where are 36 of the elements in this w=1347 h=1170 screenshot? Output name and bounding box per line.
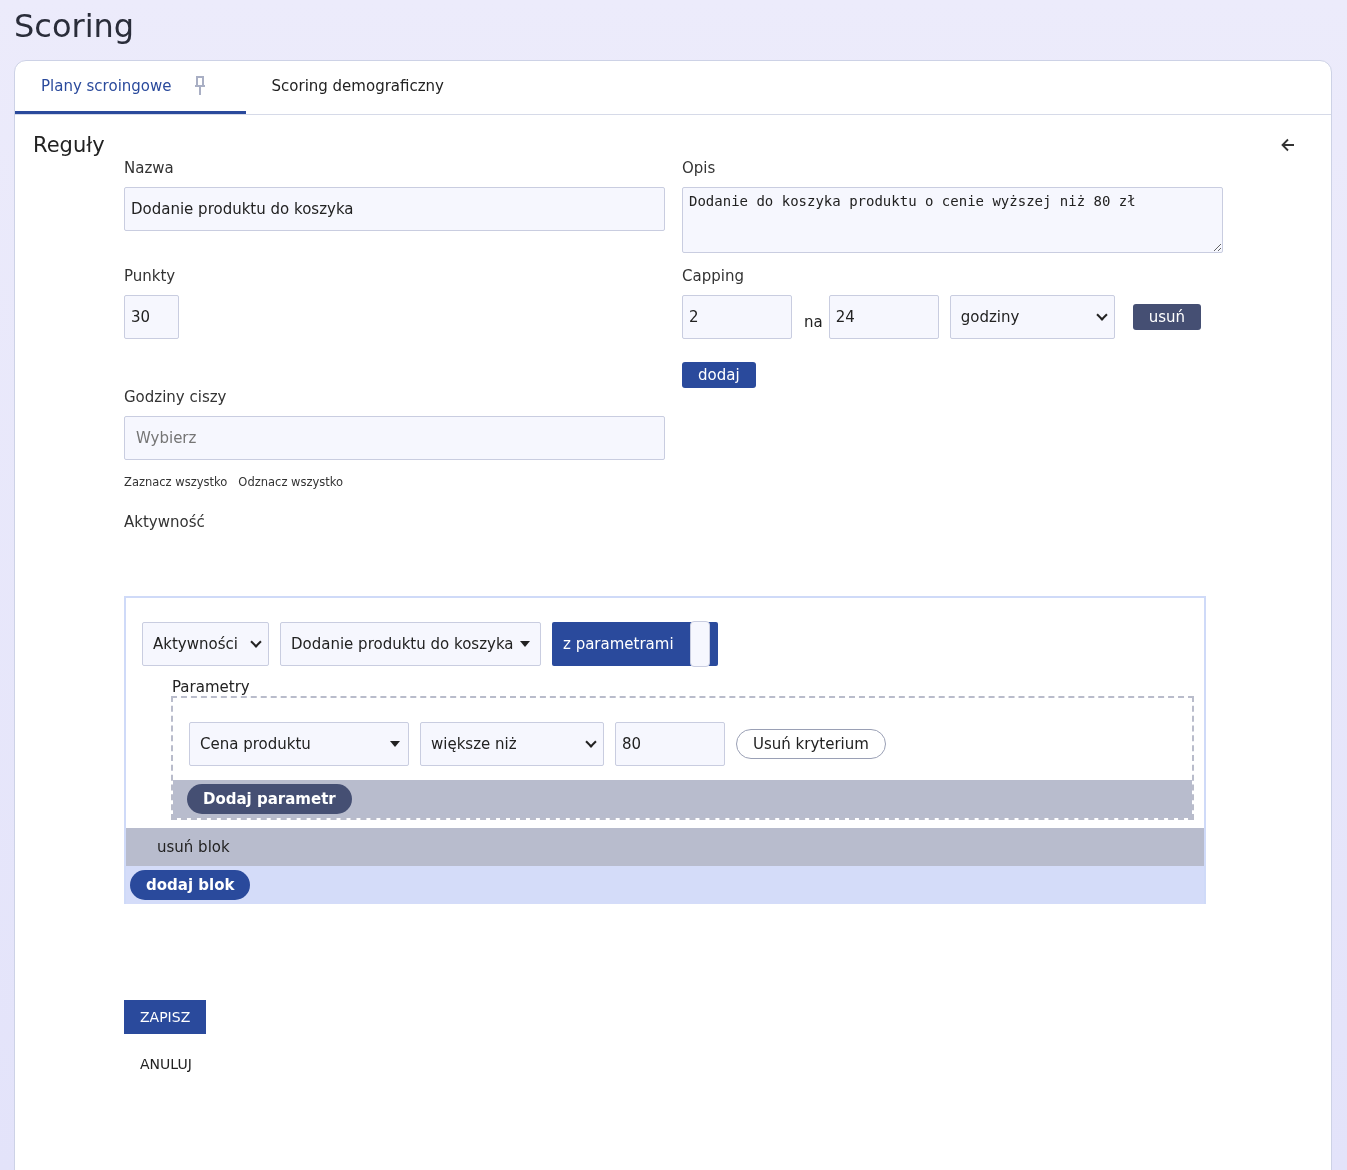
- field-label: Nazwa: [124, 159, 175, 177]
- count-field[interactable]: 2: [682, 295, 792, 339]
- add-parameter-button[interactable]: Dodaj parametr: [187, 784, 352, 814]
- field-label: Opis: [682, 159, 717, 177]
- deselect-all-link[interactable]: Odznacz wszystko: [238, 475, 344, 489]
- select-all-link[interactable]: Zaznacz wszystko: [124, 475, 228, 489]
- tab[interactable]: Plany scroingowe: [15, 61, 246, 114]
- field-label: Godziny ciszy: [124, 388, 228, 406]
- section-title: Reguły: [33, 133, 105, 157]
- remove-block-button[interactable]: usuń blok: [157, 838, 230, 856]
- field-label: Punkty: [124, 267, 177, 285]
- field-label: Aktywność: [124, 513, 205, 531]
- separator-text: na: [804, 313, 823, 331]
- remove-criterion-button[interactable]: Usuń kryterium: [736, 729, 886, 759]
- page-title: Scoring: [14, 6, 136, 47]
- operator-select[interactable]: większe niż: [420, 722, 604, 766]
- parameter-select[interactable]: Cena produktu: [189, 722, 409, 766]
- value-field[interactable]: 80: [615, 722, 725, 766]
- period-field[interactable]: 24: [828, 295, 939, 339]
- tab[interactable]: Scoring demograficzny: [245, 61, 484, 114]
- quiet-hours-select[interactable]: Wybierz: [124, 416, 665, 460]
- remove-button[interactable]: usuń: [1132, 304, 1202, 330]
- description-field[interactable]: Dodanie do koszyka produktu o cenie wyższej niż 80 zł: [682, 187, 1223, 253]
- unit-select[interactable]: godziny: [949, 295, 1115, 339]
- parameters-toggle[interactable]: z parametrami: [552, 622, 718, 666]
- add-block-button[interactable]: dodaj blok: [130, 870, 251, 900]
- save-button[interactable]: ZAPISZ: [124, 1000, 207, 1034]
- points-field[interactable]: 30: [124, 295, 179, 339]
- event-select[interactable]: Dodanie produktu do koszyka: [280, 622, 541, 666]
- add-button[interactable]: dodaj: [682, 362, 756, 388]
- field-label: Capping: [682, 267, 745, 285]
- back-arrow-icon[interactable]: [1281, 138, 1295, 152]
- name-field[interactable]: Dodanie produktu do koszyka: [124, 187, 665, 231]
- cancel-button[interactable]: ANULUJ: [124, 1050, 208, 1078]
- category-select[interactable]: Aktywności: [142, 622, 269, 666]
- parameters-label: Parametry: [172, 678, 251, 696]
